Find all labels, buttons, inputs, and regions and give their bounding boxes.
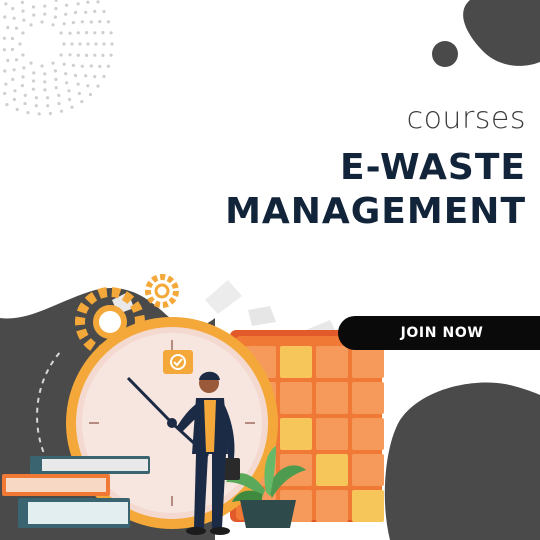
course-promo-canvas: courses E-WASTE MANAGEMENT JOIN NOW (0, 0, 540, 540)
illustration (2, 274, 384, 535)
join-now-button[interactable]: JOIN NOW (338, 316, 540, 350)
small-gear-icon (145, 274, 179, 308)
check-bubble-icon (163, 350, 193, 374)
